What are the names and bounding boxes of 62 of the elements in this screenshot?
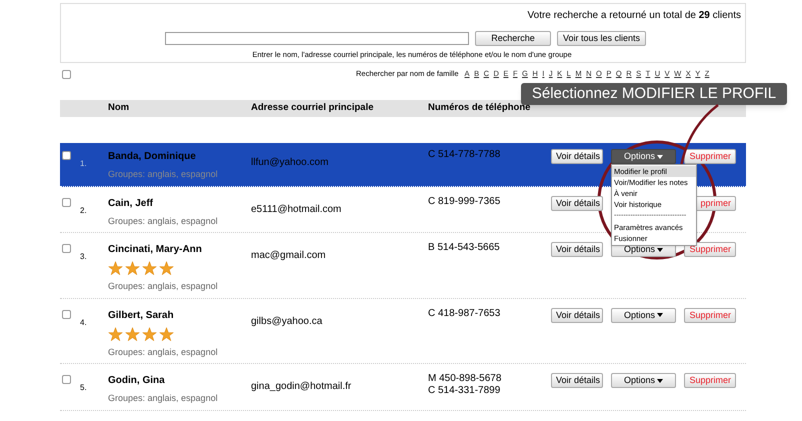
- phone-text: C 514-331-7899: [428, 385, 502, 397]
- email-text: e5111@hotmail.com: [251, 204, 342, 214]
- checkbox[interactable]: [62, 375, 71, 384]
- details-button[interactable]: Voir détails: [551, 242, 603, 257]
- star-icon: [159, 326, 174, 342]
- caret-icon: [657, 313, 664, 317]
- groups-text: Groupes: anglais, espagnol: [108, 392, 219, 405]
- groups-text: Groupes: anglais, espagnol: [108, 214, 219, 228]
- row-number: 2.: [80, 206, 87, 214]
- email-text: llfun@yahoo.com: [251, 157, 328, 168]
- result-count-text: Votre recherche a retourné un total de 29 clients: [528, 9, 741, 23]
- details-button[interactable]: Voir détails: [551, 196, 603, 210]
- phone-text: C 514-778-7788: [428, 149, 502, 161]
- email-text: gilbs@yahoo.ca: [251, 316, 322, 326]
- groups-text: Groupes: anglais, espagnol: [108, 346, 219, 359]
- row-number: 3.: [80, 252, 87, 261]
- all-clients-button[interactable]: Voir tous les clients: [557, 31, 646, 46]
- phone-text: C 418-987-7653: [428, 308, 502, 320]
- client-name: Cain, Jeff: [108, 196, 154, 210]
- delete-button[interactable]: Supprimer: [684, 308, 736, 322]
- client-name: Cincinati, Mary-Ann: [108, 243, 203, 257]
- checkbox[interactable]: [62, 310, 71, 318]
- details-button[interactable]: Voir détails: [551, 373, 603, 388]
- search-button[interactable]: Recherche: [475, 31, 551, 46]
- details-button[interactable]: Voir détails: [551, 149, 603, 164]
- email-text: gina_godin@hotmail.fr: [251, 381, 352, 392]
- checkbox[interactable]: [62, 70, 71, 78]
- options-button[interactable]: Options: [611, 373, 676, 388]
- star-icon: [125, 326, 140, 342]
- caret-icon: [657, 378, 664, 382]
- details-button[interactable]: Voir détails: [551, 308, 603, 322]
- phone-text: M 450-898-5678: [428, 373, 502, 385]
- delete-button[interactable]: Supprimer: [684, 373, 736, 388]
- phone-text: B 514-543-5665: [428, 242, 501, 254]
- column-header: Nom: [108, 101, 130, 116]
- star-icon: [142, 326, 157, 342]
- star-icon: [108, 261, 123, 276]
- phone-text: C 819-999-7365: [428, 196, 502, 208]
- row-number: 1.: [80, 159, 87, 168]
- search-field[interactable]: [165, 32, 469, 45]
- checkbox[interactable]: [62, 151, 71, 160]
- delete-button[interactable]: Supprimer: [684, 149, 736, 164]
- email-text: mac@gmail.com: [251, 250, 326, 261]
- options-button[interactable]: Options: [611, 308, 676, 322]
- client-name: Banda, Dominique: [108, 150, 197, 164]
- checkbox[interactable]: [62, 244, 71, 253]
- row-number: 5.: [80, 383, 87, 392]
- row-number: 4.: [80, 318, 87, 326]
- callout-label: Sélectionnez MODIFIER LE PROFIL: [521, 83, 787, 105]
- client-name: Gilbert, Sarah: [108, 308, 175, 322]
- groups-text: Groupes: anglais, espagnol: [108, 280, 219, 293]
- delete-button[interactable]: Supprimer: [684, 242, 736, 257]
- column-header: Adresse courriel principale: [251, 101, 374, 116]
- caret-icon: [657, 154, 664, 158]
- star-icon: [159, 261, 174, 276]
- star-icon: [142, 261, 157, 276]
- star-icon: [108, 326, 123, 342]
- checkbox[interactable]: [62, 198, 71, 206]
- options-button[interactable]: Options: [611, 149, 676, 164]
- star-icon: [125, 261, 140, 276]
- client-name: Godin, Gina: [108, 374, 166, 388]
- groups-text: Groupes: anglais, espagnol: [108, 168, 219, 181]
